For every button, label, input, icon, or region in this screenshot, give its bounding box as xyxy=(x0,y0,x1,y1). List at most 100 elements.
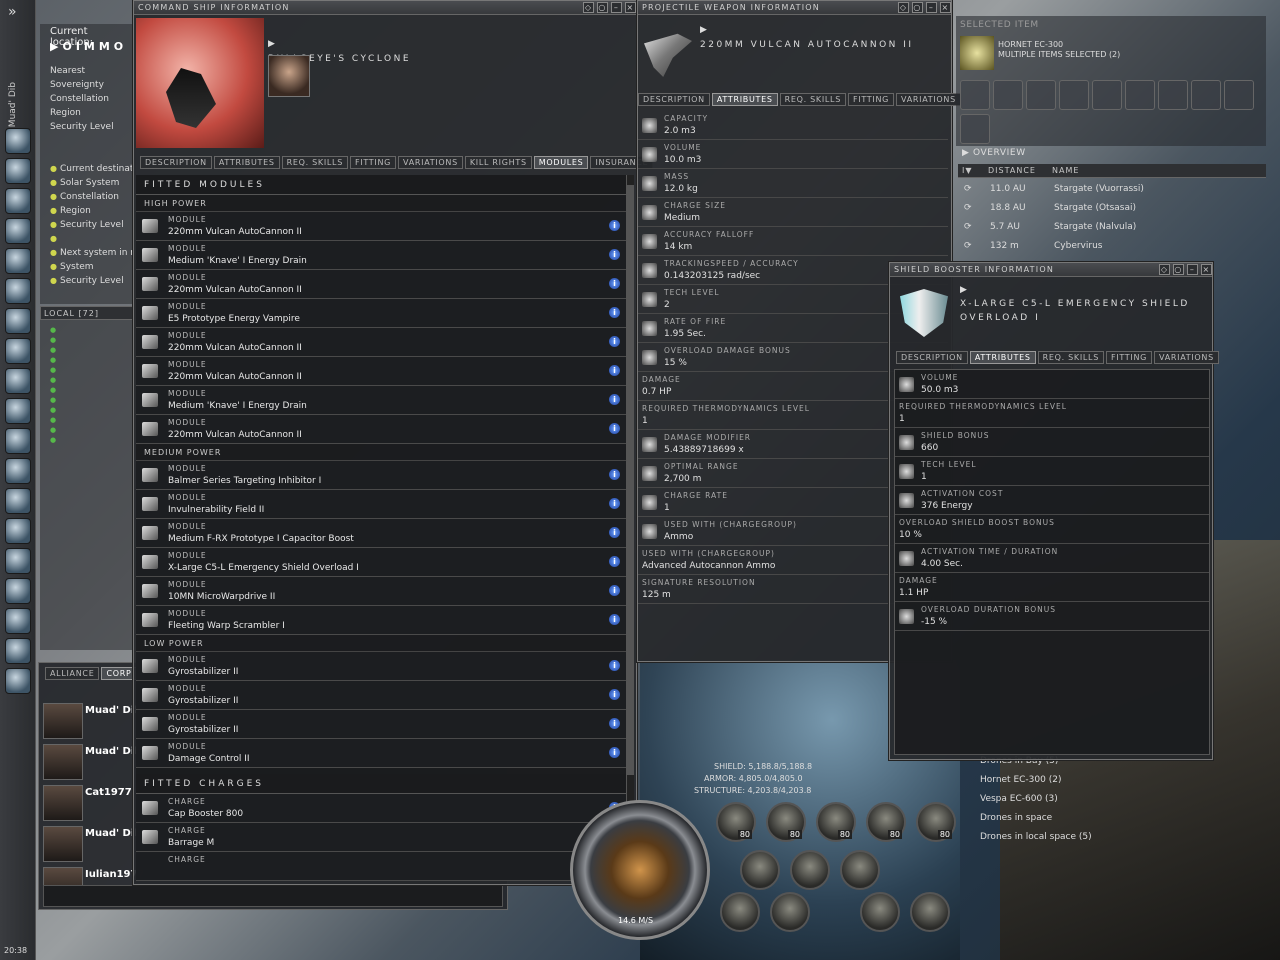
module-row[interactable]: MODULE Medium 'Knave' I Energy Drain i xyxy=(136,386,626,415)
tab-variations[interactable]: VARIATIONS xyxy=(398,156,463,169)
module-row[interactable]: MODULE Fleeting Warp Scrambler I i xyxy=(136,606,626,635)
local-member-bullet[interactable]: ● xyxy=(50,406,56,414)
tab-req-skills[interactable]: REQ. SKILLS xyxy=(779,93,846,106)
notepad-icon[interactable] xyxy=(5,218,31,244)
col-name[interactable]: NAME xyxy=(1052,166,1079,175)
jump-icon[interactable] xyxy=(1092,80,1122,110)
keep-range-icon[interactable] xyxy=(1059,80,1089,110)
current-system[interactable]: ▶OIMMO xyxy=(50,40,127,53)
autocannon-module-button[interactable]: 80 xyxy=(716,802,756,842)
info-icon[interactable]: i xyxy=(609,614,620,625)
info-icon[interactable]: i xyxy=(609,556,620,567)
tab-attributes[interactable]: ATTRIBUTES xyxy=(213,156,280,169)
chat-input[interactable] xyxy=(43,885,503,907)
portrait-icon[interactable] xyxy=(5,668,31,694)
info-icon[interactable]: i xyxy=(609,718,620,729)
module-row[interactable]: MODULE Medium F-RX Prototype I Capacitor … xyxy=(136,519,626,548)
overview-row[interactable]: ⟳ 132 m Cybervirus xyxy=(958,237,1266,256)
pilot-portrait[interactable] xyxy=(268,55,310,97)
charge-row-partial[interactable]: CHARGE xyxy=(136,852,626,881)
browser-icon[interactable] xyxy=(5,548,31,574)
drone-group-row[interactable]: Drones in local space (5) xyxy=(980,832,1092,842)
local-member-bullet[interactable]: ● xyxy=(50,386,56,394)
local-member-bullet[interactable]: ● xyxy=(50,336,56,344)
shield-info-titlebar[interactable]: SHIELD BOOSTER INFORMATION ◇ ○ – × xyxy=(890,263,1212,277)
info-icon[interactable]: i xyxy=(609,336,620,347)
calculator-icon[interactable] xyxy=(5,458,31,484)
market-icon[interactable] xyxy=(5,248,31,274)
module-row[interactable]: MODULE Balmer Series Targeting Inhibitor … xyxy=(136,461,626,490)
overview-header[interactable]: I▼ DISTANCE NAME xyxy=(958,164,1266,178)
fitting-icon[interactable] xyxy=(5,308,31,334)
orbit-icon[interactable] xyxy=(1026,80,1056,110)
tab-description[interactable]: DESCRIPTION xyxy=(896,351,968,364)
map-icon[interactable] xyxy=(5,338,31,364)
charge-row[interactable]: CHARGECap Booster 800i xyxy=(136,794,626,823)
help-lifesaver-icon[interactable] xyxy=(5,488,31,514)
energy-drain-module-button[interactable] xyxy=(740,850,780,890)
module-row[interactable]: MODULE E5 Prototype Energy Vampire i xyxy=(136,299,626,328)
info-icon[interactable]: i xyxy=(609,498,620,509)
autocannon-module-button[interactable]: 80 xyxy=(766,802,806,842)
mail-icon[interactable] xyxy=(5,188,31,214)
overview-row[interactable]: ⟳ 5.7 AU Stargate (Nalvula) xyxy=(958,218,1266,237)
skills-icon[interactable] xyxy=(5,428,31,454)
pin-icon[interactable]: ◇ xyxy=(583,2,594,13)
local-chat-header[interactable]: LOCAL [72] xyxy=(40,306,133,320)
drone-group-row[interactable]: Drones in space xyxy=(980,813,1052,823)
member-portrait[interactable] xyxy=(43,785,83,821)
starmap-icon[interactable] xyxy=(5,368,31,394)
local-member-bullet[interactable]: ● xyxy=(50,426,56,434)
invuln-field-module-button[interactable] xyxy=(770,892,810,932)
tab-kill-rights[interactable]: KILL RIGHTS xyxy=(464,156,532,169)
scroll-thumb[interactable] xyxy=(627,185,634,775)
emergency-shield-module-button[interactable] xyxy=(860,892,900,932)
member-portrait[interactable] xyxy=(43,826,83,862)
tab-fitting[interactable]: FITTING xyxy=(350,156,397,169)
assets-icon[interactable] xyxy=(5,278,31,304)
member-portrait[interactable] xyxy=(43,703,83,739)
tab-variations[interactable]: VARIATIONS xyxy=(896,93,961,106)
charge-row[interactable]: CHARGEBarrage Mi xyxy=(136,823,626,852)
module-row[interactable]: MODULE 220mm Vulcan AutoCannon II i xyxy=(136,328,626,357)
shield-booster-module-button[interactable] xyxy=(840,850,880,890)
info-icon[interactable]: i xyxy=(609,220,620,231)
tab-attributes[interactable]: ATTRIBUTES xyxy=(969,351,1036,364)
tab-variations[interactable]: VARIATIONS xyxy=(1154,351,1219,364)
module-row[interactable]: MODULE 220mm Vulcan AutoCannon II i xyxy=(136,415,626,444)
info-icon[interactable] xyxy=(960,114,990,144)
attack-icon[interactable] xyxy=(1158,80,1188,110)
info-icon[interactable]: i xyxy=(609,249,620,260)
col-distance[interactable]: DISTANCE xyxy=(988,166,1036,175)
tab-modules[interactable]: MODULES xyxy=(533,156,589,169)
target-icon[interactable] xyxy=(1191,80,1221,110)
local-member-bullet[interactable]: ● xyxy=(50,346,56,354)
overview-title[interactable]: ▶ OVERVIEW xyxy=(962,148,1026,158)
local-member-bullet[interactable]: ● xyxy=(50,376,56,384)
cap-booster-module-button[interactable] xyxy=(910,892,950,932)
drone-group-row[interactable]: Hornet EC-300 (2) xyxy=(980,775,1061,785)
module-row[interactable]: MODULE 220mm Vulcan AutoCannon II i xyxy=(136,357,626,386)
tab-description[interactable]: DESCRIPTION xyxy=(638,93,710,106)
autocannon-module-button[interactable]: 80 xyxy=(816,802,856,842)
energy-vampire-module-button[interactable] xyxy=(790,850,830,890)
module-row[interactable]: MODULE 220mm Vulcan AutoCannon II i xyxy=(136,212,626,241)
local-member-bullet[interactable]: ● xyxy=(50,436,56,444)
eye-icon[interactable] xyxy=(1224,80,1254,110)
autocannon-module-button[interactable]: 80 xyxy=(916,802,956,842)
module-row[interactable]: MODULE 220mm Vulcan AutoCannon II i xyxy=(136,270,626,299)
pin-icon[interactable]: ◇ xyxy=(1159,264,1170,275)
tab-alliance[interactable]: ALLIANCE xyxy=(45,667,100,680)
module-row[interactable]: MODULE Gyrostabilizer II i xyxy=(136,652,626,681)
drone-group-row[interactable]: Vespa EC-600 (3) xyxy=(980,794,1058,804)
close-icon[interactable]: × xyxy=(1201,264,1212,275)
close-icon[interactable]: × xyxy=(940,2,951,13)
tab-fitting[interactable]: FITTING xyxy=(848,93,895,106)
overview-row[interactable]: ⟳ 11.0 AU Stargate (Vuorrassi) xyxy=(958,180,1266,199)
character-icon[interactable] xyxy=(5,128,31,154)
member-portrait[interactable] xyxy=(43,744,83,780)
info-icon[interactable]: i xyxy=(609,307,620,318)
local-member-bullet[interactable]: ● xyxy=(50,356,56,364)
corp-icon[interactable] xyxy=(5,518,31,544)
info-icon[interactable]: i xyxy=(609,660,620,671)
